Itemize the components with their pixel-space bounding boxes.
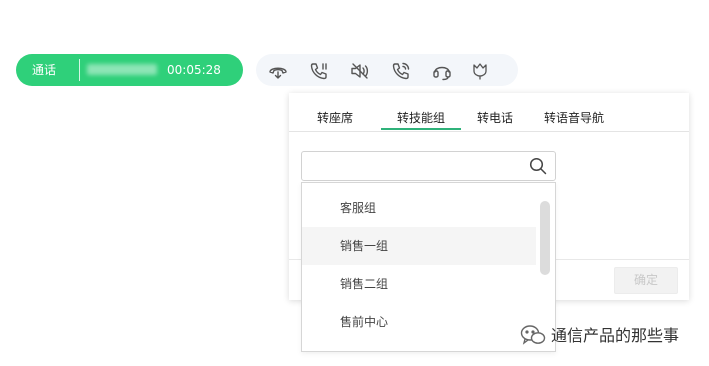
- dropdown-option[interactable]: 销售一组: [302, 227, 536, 265]
- tab-transfer-agent[interactable]: 转座席: [317, 110, 353, 126]
- caller-number-masked: [87, 64, 157, 75]
- skill-group-search: [301, 151, 556, 181]
- search-input[interactable]: [302, 152, 533, 180]
- dropdown-option[interactable]: 客服组: [302, 189, 536, 227]
- transfer-call-icon[interactable]: [390, 60, 412, 82]
- search-icon[interactable]: [529, 157, 547, 175]
- tulip-icon[interactable]: [469, 60, 491, 82]
- tab-transfer-phone[interactable]: 转电话: [477, 110, 513, 126]
- tab-transfer-skill-group[interactable]: 转技能组: [397, 110, 445, 126]
- dropdown-scrollbar[interactable]: [540, 201, 550, 275]
- mute-icon[interactable]: [349, 60, 371, 82]
- dropdown-option[interactable]: 销售二组: [302, 265, 536, 303]
- hold-call-icon[interactable]: [267, 60, 289, 82]
- skill-group-dropdown: 客服组 销售一组 销售二组 售前中心: [301, 182, 556, 352]
- headset-icon[interactable]: [431, 60, 453, 82]
- active-tab-indicator: [381, 128, 461, 130]
- watermark-text: 通信产品的那些事: [551, 326, 680, 345]
- hangup-call-icon[interactable]: [308, 60, 330, 82]
- call-status-bar: 通话 00:05:28: [16, 54, 243, 86]
- wechat-logo-icon: [520, 325, 546, 345]
- divider: [79, 59, 80, 81]
- dropdown-option[interactable]: 售前中心: [302, 303, 536, 341]
- tab-transfer-ivr[interactable]: 转语音导航: [544, 110, 604, 126]
- transfer-tabs: 转座席 转技能组 转电话 转语音导航: [289, 93, 689, 132]
- call-timer: 00:05:28: [167, 63, 221, 77]
- call-toolbar: [256, 54, 518, 86]
- confirm-button[interactable]: 确定: [614, 267, 678, 294]
- call-status-label: 通话: [32, 63, 57, 77]
